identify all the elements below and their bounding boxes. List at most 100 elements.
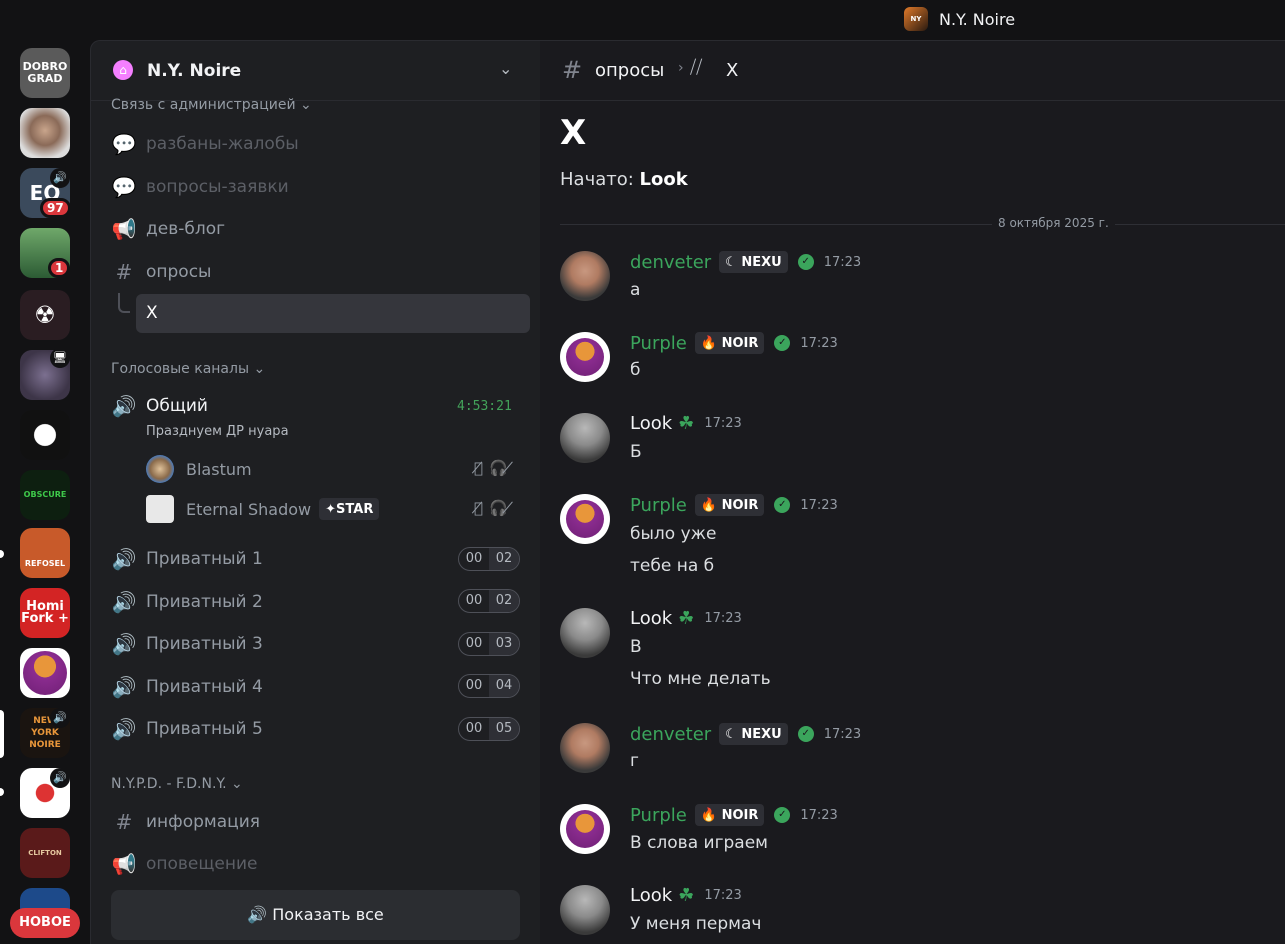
message-text: У меня пермач [630,914,762,934]
new-servers-button[interactable]: НОВОЕ [10,908,80,938]
thread-x[interactable]: X [136,294,530,333]
voice-user-blastum[interactable]: Blastum [146,454,252,484]
author-name[interactable]: denveter [630,252,711,273]
header-thread-name: X [726,60,739,81]
clan-tag: ☾ NEXU [719,723,788,745]
started-prefix: Начато: [560,169,634,190]
voice-user-eternal-shadow[interactable]: Eternal Shadow ✦ STAR [146,494,380,524]
speaker-icon: 🔊 [111,547,137,571]
tag-label: NOIR [721,807,759,823]
show-all-button[interactable]: 🔊 Показать все [111,890,520,940]
unread-pill [0,788,4,796]
avatar[interactable] [560,332,610,382]
count-limit: 02 [489,590,519,612]
channel-devblog[interactable]: 📢 дев-блог [111,211,521,247]
category-voice[interactable]: Голосовые каналы ⌄ [111,361,265,377]
avatar[interactable] [560,413,610,463]
chevron-down-icon[interactable]: ⌄ [499,59,512,78]
message-text: б [630,360,641,380]
count-current: 00 [465,593,483,608]
user-name: Blastum [186,459,252,479]
server-label: Homi Fork + [21,599,69,626]
author-name[interactable]: Look [630,608,672,629]
show-all-label: Показать все [272,905,384,924]
channel-info[interactable]: # информация [111,804,521,840]
count-limit: 05 [489,718,519,740]
avatar[interactable] [560,494,610,544]
chevron-right-icon: › [678,60,684,76]
message-header: Look ☘ 17:23 [630,413,742,434]
server-icon-5[interactable]: ☢ [20,290,70,340]
unread-badge: 97 [40,198,71,218]
avatar[interactable] [560,804,610,854]
message-text: Б [630,442,642,462]
server-list: DOBRO GRAD EO 🔊 97 1 ☢ 🖥 OBSCURE REFOSEL… [0,40,90,944]
server-logo-icon: NY NOIRE [904,7,929,47]
thread-started-by: Начато: Look [560,169,688,190]
muted-deafened-icons: 🎙̸🎧̸ [474,499,520,517]
server-name: N.Y. Noire [147,61,242,81]
author-name[interactable]: Purple [630,333,687,354]
verified-icon: ✓ [774,335,791,351]
server-icon-clifton[interactable]: CLIFTON [20,828,70,878]
server-icon-purple[interactable] [20,648,70,698]
date-divider-label: 8 октября 2025 г. [992,216,1115,230]
avatar[interactable] [560,608,610,658]
speaker-icon: 🔊 [111,590,137,614]
count-limit: 04 [489,675,519,697]
channel-label: Приватный 5 [146,719,263,739]
avatar[interactable] [560,723,610,773]
channel-label: оповещение [146,854,258,874]
server-icon-dobrograd[interactable]: DOBRO GRAD [20,48,70,98]
timestamp: 17:23 [704,888,742,903]
message-text: г [630,751,639,771]
category-nypd[interactable]: N.Y.P.D. - F.D.N.Y. ⌄ [111,776,243,792]
server-icon-2[interactable] [20,108,70,158]
author-name[interactable]: denveter [630,724,711,745]
fire-icon: 🔥 [700,807,718,823]
timestamp: 17:23 [800,807,838,823]
channel-label: дев-блог [146,219,226,239]
avatar[interactable] [560,885,610,935]
server-icon-obscure[interactable]: OBSCURE [20,470,70,520]
timestamp: 17:23 [800,497,838,513]
server-icon-refosel[interactable]: REFOSEL [20,528,70,578]
date-divider [560,224,1285,225]
clan-tag: 🔥 NOIR [694,804,765,826]
server-icon-7[interactable] [20,410,70,460]
fire-icon: 🔥 [700,497,718,513]
user-limit-badge: 00 04 [458,674,520,698]
server-icon-homi[interactable]: Homi Fork + [20,588,70,638]
moon-icon: ☾ [725,254,737,270]
timestamp: 17:23 [823,254,862,270]
message-text: тебе на б [630,556,715,576]
started-author[interactable]: Look [640,169,688,190]
header-channel-link[interactable]: опросы [595,60,664,81]
timestamp: 17:23 [704,416,742,431]
server-header[interactable]: ⌂ N.Y. Noire ⌄ [91,41,540,101]
author-name[interactable]: Look [630,413,672,434]
author-name[interactable]: Purple [630,495,687,516]
message-text: Что мне делать [630,669,771,689]
author-name[interactable]: Look [630,885,672,906]
chat-area: # опросы › ⧸⧸ X X Начато: Look 8 октября… [540,40,1285,944]
category-label: Связь с администрацией [111,97,296,113]
message-text: В слова играем [630,833,768,853]
channel-label: информация [146,812,260,832]
avatar[interactable] [560,251,610,301]
channel-questions[interactable]: 💬 вопросы-заявки [111,169,521,205]
author-name[interactable]: Purple [630,805,687,826]
channel-unban[interactable]: 💬 разбаны-жалобы [111,126,521,162]
category-admin[interactable]: Связь с администрацией ⌄ [111,97,312,113]
message-header: Look ☘ 17:23 [630,608,742,629]
message-header: denveter ☾ NEXU ✓ 17:23 [630,251,861,273]
channel-polls[interactable]: # опросы [111,254,521,290]
channel-announce[interactable]: 📢 оповещение [111,846,521,882]
tag-label: NEXU [741,254,782,270]
forum-icon: 💬 [111,175,137,199]
voice-status: Празднуем ДР нуара [146,424,289,439]
channel-label: Общий [146,396,208,416]
window-title: N.Y. Noire [939,10,1016,29]
tag-label: NEXU [741,726,782,742]
channel-header: # опросы › ⧸⧸ X [540,41,1285,101]
